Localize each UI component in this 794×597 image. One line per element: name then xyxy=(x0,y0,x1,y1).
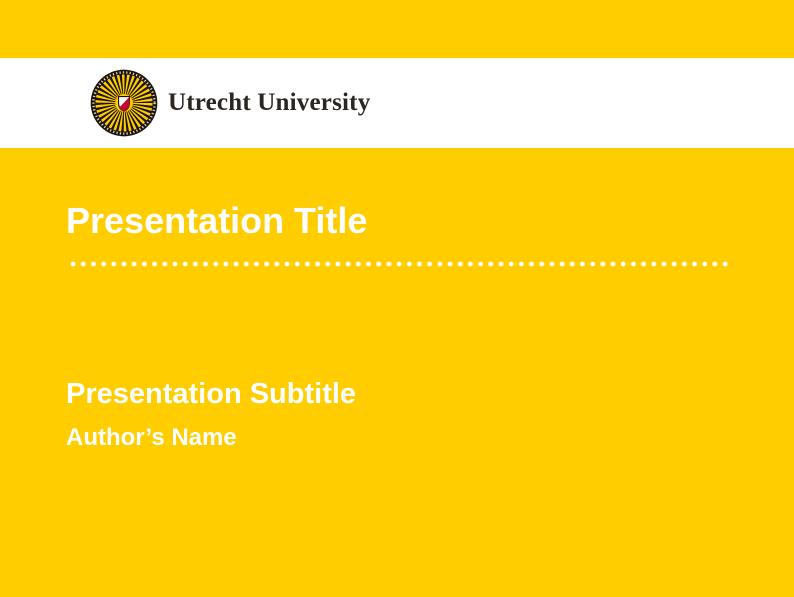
university-wordmark: Utrecht University xyxy=(168,89,370,117)
university-logo-lockup: Utrecht University xyxy=(90,58,370,148)
dotted-divider xyxy=(68,261,730,267)
university-header-band: Utrecht University xyxy=(0,58,794,148)
presentation-title: Presentation Title xyxy=(66,201,367,241)
presentation-subtitle: Presentation Subtitle xyxy=(66,379,356,411)
author-name: Author’s Name xyxy=(66,425,237,451)
utrecht-university-sun-seal-icon xyxy=(90,69,158,137)
presentation-title-slide: Utrecht University Presentation Title Pr… xyxy=(0,0,794,597)
